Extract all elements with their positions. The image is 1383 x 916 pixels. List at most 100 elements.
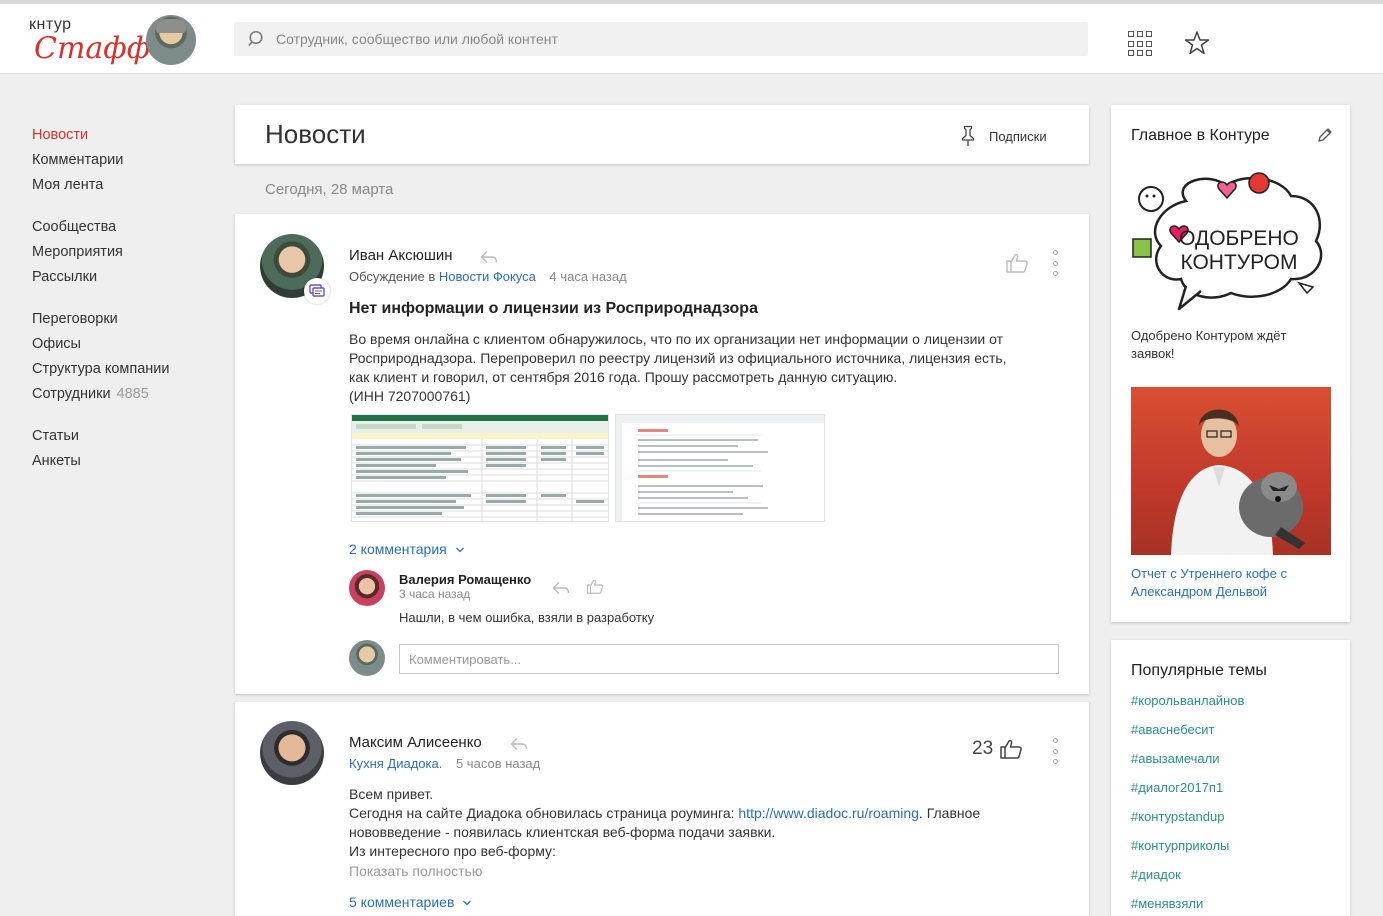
commenter-avatar[interactable] xyxy=(349,570,385,606)
reply-icon[interactable] xyxy=(552,581,570,595)
nav-group-news: Новости Комментарии Моя лента xyxy=(32,125,212,200)
tag-link[interactable]: #диадок xyxy=(1131,866,1244,895)
roaming-link[interactable]: http://www.diadoc.ru/roaming xyxy=(738,805,919,821)
pin-icon xyxy=(961,125,975,146)
news-post: Максим Алисеенко Кухня Диадока. 5 часов … xyxy=(235,702,1089,916)
nav-item-employees[interactable]: Сотрудники 4885 xyxy=(32,384,212,409)
post-body-line: Сегодня на сайте Диадока обновилась стра… xyxy=(349,804,1059,823)
post-title[interactable]: Нет информации о лицензии из Росприродна… xyxy=(349,300,758,318)
morning-coffee-photo[interactable] xyxy=(1131,387,1331,555)
community-link[interactable]: Кухня Диадока. xyxy=(349,756,442,771)
tag-link[interactable]: #аваснебесит xyxy=(1131,721,1244,750)
nav-group-company: Переговорки Офисы Структура компании Сот… xyxy=(32,309,212,409)
chevron-down-icon xyxy=(463,900,472,906)
apps-grid-icon[interactable] xyxy=(1128,31,1154,57)
nav-item-events[interactable]: Мероприятия xyxy=(32,242,212,267)
show-more-link[interactable]: Показать полностью xyxy=(349,863,482,879)
post-meta: Обсуждение в Новости Фокуса 4 часа назад xyxy=(349,269,627,284)
post-menu-icon[interactable] xyxy=(1053,738,1059,764)
search-icon xyxy=(248,30,263,47)
nav-group-articles: Статьи Анкеты xyxy=(32,426,212,476)
favorites-star-icon[interactable] xyxy=(1184,30,1210,56)
post-body-line: Росприроднадзора. Перепроверил по реестр… xyxy=(349,350,1007,366)
post-author-name[interactable]: Иван Аксюшин xyxy=(349,247,453,264)
nav-item-mailings[interactable]: Рассылки xyxy=(32,267,212,292)
tag-link[interactable]: #корольванлайнов xyxy=(1131,692,1244,721)
post-body-line: Из интересного про веб-форму: xyxy=(349,843,556,859)
nav-item-surveys[interactable]: Анкеты xyxy=(32,451,212,476)
edit-pencil-icon[interactable] xyxy=(1317,127,1333,143)
date-label: Сегодня, 28 марта xyxy=(265,181,394,198)
reply-icon[interactable] xyxy=(510,737,528,751)
post-body: Во время онлайна с клиентом обнаружилось… xyxy=(349,330,1059,406)
like-button[interactable]: 23 xyxy=(972,738,1023,760)
nav-item-articles[interactable]: Статьи xyxy=(32,426,212,451)
nav-group-communities: Сообщества Мероприятия Рассылки xyxy=(32,217,212,292)
nav-item-employees-label: Сотрудники xyxy=(32,386,111,402)
user-avatar[interactable] xyxy=(146,15,196,65)
chevron-down-icon xyxy=(455,547,464,553)
post-author-name[interactable]: Максим Алисеенко xyxy=(349,734,482,751)
post-body-text: . Главное xyxy=(918,805,981,821)
comment-time: 3 часа назад xyxy=(399,587,471,601)
comments-toggle[interactable]: 2 комментария xyxy=(349,541,465,557)
post-time: 5 часов назад xyxy=(455,756,541,771)
search-input[interactable] xyxy=(276,22,1076,56)
nav-item-offices[interactable]: Офисы xyxy=(32,334,212,359)
nav-item-meeting-rooms[interactable]: Переговорки xyxy=(32,309,212,334)
subscriptions-label: Подписки xyxy=(989,128,1047,144)
nav-item-comments[interactable]: Комментарии xyxy=(32,150,212,175)
community-link[interactable]: Новости Фокуса xyxy=(439,269,536,284)
post-body-text: Сегодня на сайте Диадока обновилась стра… xyxy=(349,805,735,821)
page-title: Новости xyxy=(265,119,366,149)
subscriptions-button[interactable]: Подписки xyxy=(961,125,1047,147)
like-count: 23 xyxy=(972,738,994,759)
approved-by-kontur-banner[interactable]: ОДОБРЕНО КОНТУРОМ xyxy=(1131,171,1331,315)
tag-link[interactable]: #менявзяли xyxy=(1131,895,1244,916)
thumbs-up-icon xyxy=(1000,739,1022,759)
promo-text-line1: ОДОБРЕНО xyxy=(1179,227,1299,250)
nav-item-news[interactable]: Новости xyxy=(32,125,212,150)
comment-author-name[interactable]: Валерия Ромащенко xyxy=(399,572,531,587)
nav-item-my-feed[interactable]: Моя лента xyxy=(32,175,212,200)
attachment-image-document[interactable] xyxy=(615,414,825,522)
post-body-line: нововведение - появилась клиентская веб-… xyxy=(349,824,776,840)
tag-link[interactable]: #диалог2017п1 xyxy=(1131,779,1244,808)
post-body-line: как клиент и говорил, от сентября 2016 г… xyxy=(349,369,898,385)
top-bar: кнтур Стафф xyxy=(0,0,1383,74)
tag-link[interactable]: #контурприколы xyxy=(1131,837,1244,866)
like-button[interactable] xyxy=(1005,252,1029,274)
kontur-staff-logo[interactable]: кнтур Стафф xyxy=(29,14,150,66)
morning-coffee-link[interactable]: Отчет с Утреннего кофе с Александром Дел… xyxy=(1131,565,1331,601)
tags-list: #корольванлайнов #аваснебесит #авызамеча… xyxy=(1131,692,1244,916)
comment-like-icon[interactable] xyxy=(586,578,604,595)
author-avatar[interactable] xyxy=(260,721,324,785)
post-body-line: Во время онлайна с клиентом обнаружилось… xyxy=(349,331,1004,347)
news-post: Иван Аксюшин Обсуждение в Новости Фокуса… xyxy=(235,214,1089,694)
post-time: 4 часа назад xyxy=(549,269,627,284)
reply-icon[interactable] xyxy=(480,250,498,264)
tag-link[interactable]: #авызамечали xyxy=(1131,750,1244,779)
post-body-line: Всем привет. xyxy=(349,786,434,802)
search-bar xyxy=(234,22,1088,56)
post-meta: Кухня Диадока. 5 часов назад xyxy=(349,756,540,771)
comments-toggle[interactable]: 5 комментариев xyxy=(349,894,472,910)
post-context-prefix: Обсуждение в xyxy=(349,269,436,284)
nav-item-company-structure[interactable]: Структура компании xyxy=(32,359,212,384)
discussion-badge-icon xyxy=(304,278,330,304)
post-menu-icon[interactable] xyxy=(1053,250,1059,276)
comment-input[interactable] xyxy=(399,644,1059,674)
promo-caption: Одобрено Контуром ждёт заявок! xyxy=(1131,328,1287,361)
logo-bottom-text: Стафф xyxy=(34,31,151,66)
comments-toggle-label: 2 комментария xyxy=(349,541,447,557)
post-body-line: (ИНН 7207000761) xyxy=(349,388,471,404)
comments-toggle-label: 5 комментариев xyxy=(349,894,455,910)
comment-text: Нашли, в чем ошибка, взяли в разработку xyxy=(399,610,655,625)
attachment-image-spreadsheet[interactable] xyxy=(351,414,609,522)
nav-item-communities[interactable]: Сообщества xyxy=(32,217,212,242)
employees-count: 4885 xyxy=(116,386,149,402)
highlights-card: Главное в Контуре ОДОБРЕНО КОНТУРОМ Одоб… xyxy=(1111,105,1350,622)
highlights-title: Главное в Контуре xyxy=(1131,127,1270,144)
tag-link[interactable]: #контурstandup xyxy=(1131,808,1244,837)
popular-topics-card: Популярные темы #корольванлайнов #авасне… xyxy=(1111,640,1350,916)
